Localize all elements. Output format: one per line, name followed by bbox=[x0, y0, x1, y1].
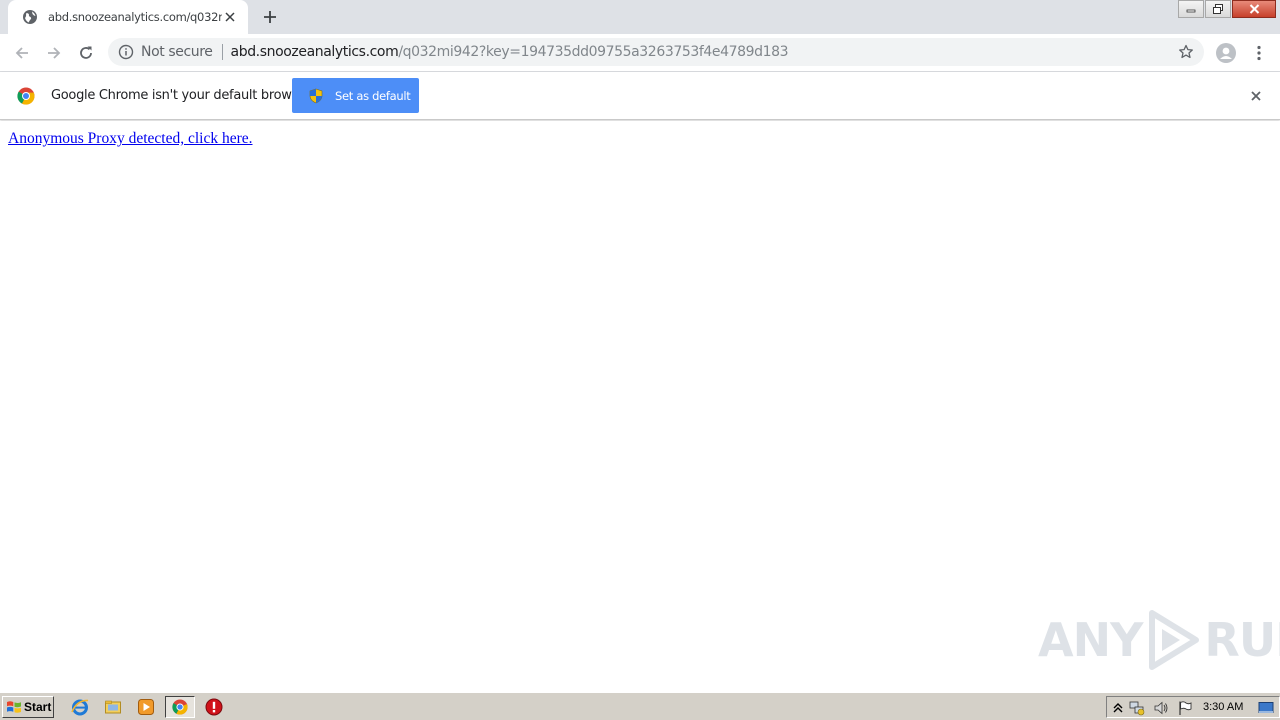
anonymous-proxy-link[interactable]: Anonymous Proxy detected, click here. bbox=[8, 130, 253, 148]
close-window-button[interactable] bbox=[1232, 0, 1276, 18]
chrome-icon bbox=[172, 699, 188, 715]
arrow-right-icon bbox=[48, 47, 61, 59]
file-explorer-icon[interactable] bbox=[104, 698, 122, 716]
forward-button[interactable] bbox=[42, 41, 66, 65]
page-content: Anonymous Proxy detected, click here. AN… bbox=[0, 121, 1280, 692]
back-button[interactable] bbox=[10, 41, 34, 65]
chrome-taskbar-button[interactable] bbox=[165, 696, 195, 718]
anyrun-watermark: ANY RUN bbox=[1038, 609, 1280, 671]
set-as-default-label: Set as default bbox=[335, 88, 411, 103]
menu-button[interactable] bbox=[1247, 41, 1271, 65]
browser-tab[interactable]: abd.snoozeanalytics.com/q032mi942?key=19… bbox=[8, 0, 248, 34]
restore-button[interactable] bbox=[1205, 0, 1231, 18]
profile-button[interactable] bbox=[1214, 41, 1238, 65]
reload-icon bbox=[80, 46, 92, 59]
reload-button[interactable] bbox=[74, 41, 98, 65]
watermark-text-left: ANY bbox=[1038, 613, 1143, 667]
info-icon[interactable] bbox=[118, 44, 134, 60]
url-host: abd.snoozeanalytics.com bbox=[230, 44, 399, 60]
network-icon[interactable] bbox=[1129, 700, 1145, 716]
minimize-icon bbox=[1186, 9, 1196, 13]
bookmark-star-icon[interactable] bbox=[1178, 44, 1194, 60]
avatar-icon bbox=[1216, 43, 1236, 63]
globe-icon bbox=[23, 10, 37, 24]
infobar-close-button[interactable] bbox=[1248, 88, 1264, 104]
windows-taskbar: Start 3:30 AM bbox=[0, 692, 1280, 720]
show-desktop-icon[interactable] bbox=[1258, 700, 1274, 716]
stop-alert-icon[interactable] bbox=[205, 698, 223, 716]
start-button[interactable]: Start bbox=[2, 696, 54, 718]
watermark-text-right: RUN bbox=[1204, 613, 1280, 667]
arrow-left-icon bbox=[15, 47, 28, 59]
clock[interactable]: 3:30 AM bbox=[1203, 701, 1243, 713]
address-bar[interactable]: Not secure abd.snoozeanalytics.com/q032m… bbox=[108, 38, 1204, 66]
uac-shield-icon bbox=[309, 88, 323, 103]
system-tray: 3:30 AM bbox=[1106, 696, 1280, 718]
url-path: /q032mi942?key=194735dd09755a3263753f4e4… bbox=[398, 44, 789, 60]
media-player-icon[interactable] bbox=[137, 698, 155, 716]
set-as-default-button[interactable]: Set as default bbox=[292, 78, 419, 113]
start-label: Start bbox=[24, 700, 52, 714]
url-text[interactable]: abd.snoozeanalytics.com/q032mi942?key=19… bbox=[231, 44, 789, 60]
tab-title: abd.snoozeanalytics.com/q032mi942?key=19… bbox=[48, 10, 222, 24]
three-dots-vertical-icon bbox=[1257, 45, 1261, 61]
restore-icon bbox=[1213, 4, 1223, 14]
browser-toolbar: Not secure abd.snoozeanalytics.com/q032m… bbox=[0, 34, 1280, 72]
chrome-logo-icon bbox=[17, 87, 35, 105]
windows-logo-icon bbox=[7, 701, 21, 713]
internet-explorer-icon[interactable] bbox=[71, 698, 89, 716]
window-controls bbox=[1177, 0, 1276, 18]
minimize-button[interactable] bbox=[1178, 0, 1204, 18]
tray-expand-icon[interactable] bbox=[1110, 700, 1126, 716]
action-center-flag-icon[interactable] bbox=[1177, 700, 1193, 716]
new-tab-button[interactable] bbox=[258, 6, 282, 28]
infobar-message: Google Chrome isn't your default browser bbox=[51, 88, 311, 103]
close-icon bbox=[1249, 4, 1259, 14]
play-logo-icon bbox=[1149, 610, 1200, 670]
security-status[interactable]: Not secure bbox=[141, 44, 213, 60]
tab-close-icon[interactable] bbox=[222, 9, 238, 25]
tab-strip: abd.snoozeanalytics.com/q032mi942?key=19… bbox=[0, 0, 1280, 34]
default-browser-infobar: Google Chrome isn't your default browser… bbox=[0, 72, 1280, 120]
omnibox-divider bbox=[221, 44, 223, 60]
plus-icon bbox=[264, 11, 276, 23]
volume-icon[interactable] bbox=[1153, 700, 1169, 716]
close-icon bbox=[1251, 91, 1261, 101]
